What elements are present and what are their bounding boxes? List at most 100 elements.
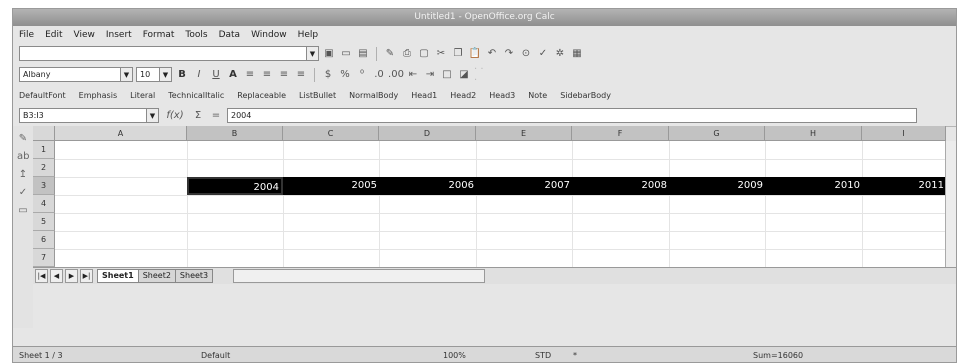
select-all-corner[interactable] xyxy=(33,126,55,141)
cell-b3[interactable]: 2004 xyxy=(187,177,283,195)
function-wizard-icon[interactable]: f(x) xyxy=(163,109,187,123)
status-zoom[interactable]: 100% xyxy=(443,351,466,360)
add-decimal-icon[interactable]: .0 xyxy=(372,68,386,82)
url-combo[interactable]: ▼ xyxy=(19,46,319,61)
tab-sheet3[interactable]: Sheet3 xyxy=(174,269,214,283)
menu-help[interactable]: Help xyxy=(298,30,319,40)
style-sidebarbody[interactable]: SidebarBody xyxy=(560,91,611,100)
font-name-combo[interactable]: Albany ▼ xyxy=(19,67,133,82)
style-technicalitalic[interactable]: TechnicalItalic xyxy=(168,91,224,100)
align-right-icon[interactable]: ≡ xyxy=(277,68,291,82)
function-icon[interactable]: = xyxy=(209,109,223,123)
menu-tools[interactable]: Tools xyxy=(185,30,207,40)
column-header-d[interactable]: D xyxy=(379,126,476,141)
copy-icon[interactable]: ❐ xyxy=(451,47,465,61)
draw-icon[interactable]: ✓ xyxy=(536,47,550,61)
cell-f3[interactable]: 2008 xyxy=(572,177,669,195)
next-sheet-icon[interactable]: ▶ xyxy=(65,269,78,283)
column-header-b[interactable]: B xyxy=(187,126,283,141)
style-replaceable[interactable]: Replaceable xyxy=(237,91,286,100)
vertical-scrollbar[interactable] xyxy=(945,141,956,267)
first-sheet-icon[interactable]: |◀ xyxy=(35,269,48,283)
status-mode[interactable]: STD xyxy=(535,351,551,360)
menu-edit[interactable]: Edit xyxy=(45,30,62,40)
style-head1[interactable]: Head1 xyxy=(411,91,437,100)
menu-insert[interactable]: Insert xyxy=(106,30,132,40)
gallery-icon[interactable]: ▦ xyxy=(570,47,584,61)
column-header-f[interactable]: F xyxy=(572,126,669,141)
save-icon[interactable]: ▤ xyxy=(356,47,370,61)
undo-icon[interactable]: ↶ xyxy=(485,47,499,61)
percent-icon[interactable]: % xyxy=(338,68,352,82)
sort-descending-icon[interactable]: ✓ xyxy=(17,187,29,198)
name-box[interactable]: B3:I3 ▼ xyxy=(19,108,159,123)
cell-c3[interactable]: 2005 xyxy=(283,177,379,195)
column-header-h[interactable]: H xyxy=(765,126,862,141)
cell-d3[interactable]: 2006 xyxy=(379,177,476,195)
prev-sheet-icon[interactable]: ◀ xyxy=(50,269,63,283)
more-icon[interactable]: · · · xyxy=(474,64,488,86)
italic-icon[interactable]: I xyxy=(192,68,206,82)
formula-input[interactable]: 2004 xyxy=(227,108,917,123)
style-head3[interactable]: Head3 xyxy=(489,91,515,100)
edit-file-icon[interactable]: ✎ xyxy=(17,133,29,144)
style-literal[interactable]: Literal xyxy=(130,91,155,100)
bold-icon[interactable]: B xyxy=(175,68,189,82)
column-header-e[interactable]: E xyxy=(476,126,572,141)
menu-data[interactable]: Data xyxy=(219,30,241,40)
style-note[interactable]: Note xyxy=(528,91,547,100)
row-header-2[interactable]: 2 xyxy=(33,159,55,177)
background-color-icon[interactable]: ◪ xyxy=(457,68,471,82)
sum-icon[interactable]: Σ xyxy=(191,109,205,123)
number-format-icon[interactable]: ⁰ xyxy=(355,68,369,82)
column-header-g[interactable]: G xyxy=(669,126,765,141)
style-listbullet[interactable]: ListBullet xyxy=(299,91,336,100)
cell-e3[interactable]: 2007 xyxy=(476,177,572,195)
chevron-down-icon[interactable]: ▼ xyxy=(306,47,318,60)
style-defaultfont[interactable]: DefaultFont xyxy=(19,91,66,100)
navigator-icon[interactable]: ✲ xyxy=(553,47,567,61)
last-sheet-icon[interactable]: ▶| xyxy=(80,269,93,283)
justify-icon[interactable]: ≡ xyxy=(294,68,308,82)
style-normalbody[interactable]: NormalBody xyxy=(349,91,398,100)
row-header-5[interactable]: 5 xyxy=(33,213,55,231)
print-icon[interactable]: ⎙ xyxy=(400,47,414,61)
column-header-a[interactable]: A xyxy=(55,126,187,141)
borders-icon[interactable]: □ xyxy=(440,68,454,82)
style-emphasis[interactable]: Emphasis xyxy=(79,91,117,100)
cell-g3[interactable]: 2009 xyxy=(669,177,765,195)
align-center-icon[interactable]: ≡ xyxy=(260,68,274,82)
preview-icon[interactable]: ▢ xyxy=(417,47,431,61)
chart-icon[interactable]: ▭ xyxy=(17,205,29,216)
paste-icon[interactable]: 📋 xyxy=(468,47,482,61)
sort-ascending-icon[interactable]: ↥ xyxy=(17,169,29,180)
redo-icon[interactable]: ↷ xyxy=(502,47,516,61)
menu-window[interactable]: Window xyxy=(251,30,287,40)
indent-decrease-icon[interactable]: ⇤ xyxy=(406,68,420,82)
indent-increase-icon[interactable]: ⇥ xyxy=(423,68,437,82)
cut-icon[interactable]: ✂ xyxy=(434,47,448,61)
chevron-down-icon[interactable]: ▼ xyxy=(159,68,171,81)
menu-file[interactable]: File xyxy=(19,30,34,40)
underline-icon[interactable]: U xyxy=(209,68,223,82)
delete-decimal-icon[interactable]: .00 xyxy=(388,68,404,82)
font-size-combo[interactable]: 10 ▼ xyxy=(136,67,172,82)
row-header-4[interactable]: 4 xyxy=(33,195,55,213)
font-color-icon[interactable]: A xyxy=(226,68,240,82)
open-icon[interactable]: ▭ xyxy=(339,47,353,61)
spellcheck-icon[interactable]: ab xyxy=(17,151,29,162)
row-header-6[interactable]: 6 xyxy=(33,231,55,249)
menu-view[interactable]: View xyxy=(74,30,95,40)
cell-i3[interactable]: 2011 xyxy=(862,177,946,195)
cell-area[interactable]: 2004 2005 2006 2007 2008 2009 2010 2011 xyxy=(55,141,956,267)
new-icon[interactable]: ▣ xyxy=(322,47,336,61)
column-header-i[interactable]: I xyxy=(862,126,946,141)
row-header-3[interactable]: 3 xyxy=(33,177,55,195)
style-head2[interactable]: Head2 xyxy=(450,91,476,100)
row-header-7[interactable]: 7 xyxy=(33,249,55,267)
chevron-down-icon[interactable]: ▼ xyxy=(120,68,132,81)
hyperlink-icon[interactable]: ⊙ xyxy=(519,47,533,61)
tab-sheet1[interactable]: Sheet1 xyxy=(97,269,139,283)
align-left-icon[interactable]: ≡ xyxy=(243,68,257,82)
tab-sheet2[interactable]: Sheet2 xyxy=(137,269,176,283)
